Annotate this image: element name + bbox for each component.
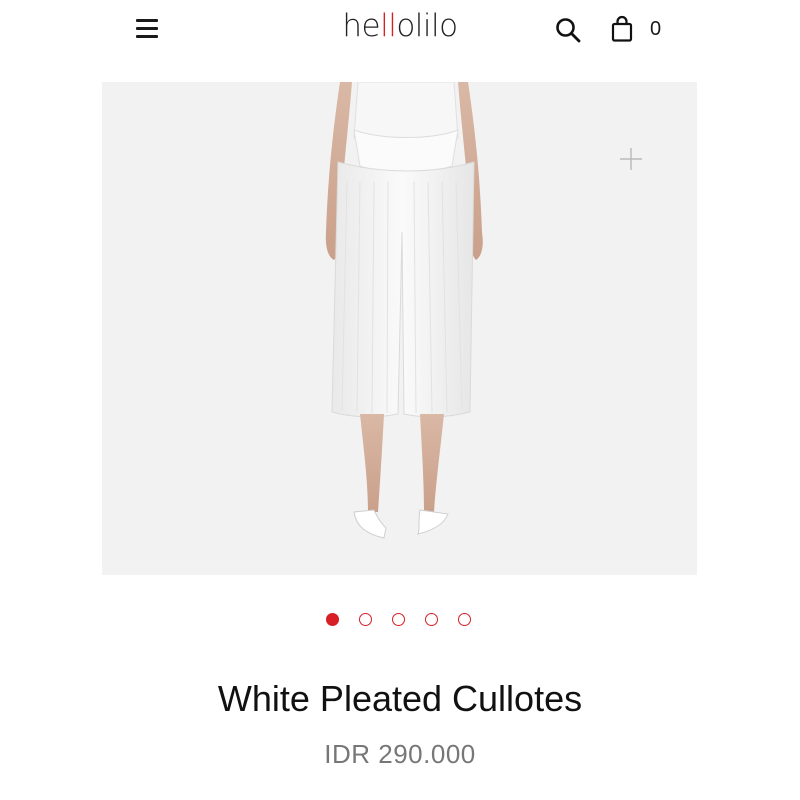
product-price: IDR 290.000 [324,739,476,769]
carousel-dot[interactable] [359,613,372,626]
carousel-pagination [0,613,800,631]
carousel-dot[interactable] [458,613,471,626]
site-logo[interactable]: hellolilo [330,8,470,44]
carousel-dot[interactable] [392,613,405,626]
logo-text-start: he [342,8,381,44]
product-photo-illustration [102,82,697,575]
plus-zoom-icon[interactable] [618,146,644,172]
logo-text-end: olilo [396,8,458,44]
hamburger-menu-icon[interactable] [134,16,160,42]
carousel-dot[interactable] [326,613,339,626]
search-icon[interactable] [554,16,582,44]
product-title: White Pleated Cullotes [217,678,583,719]
logo-text-accent: ll [380,8,397,44]
cart-count[interactable]: 0 [650,18,661,41]
site-header: hellolilo 0 [0,0,800,60]
carousel-dot[interactable] [425,613,438,626]
shopping-bag-icon[interactable] [610,15,634,43]
product-image[interactable] [102,82,697,575]
